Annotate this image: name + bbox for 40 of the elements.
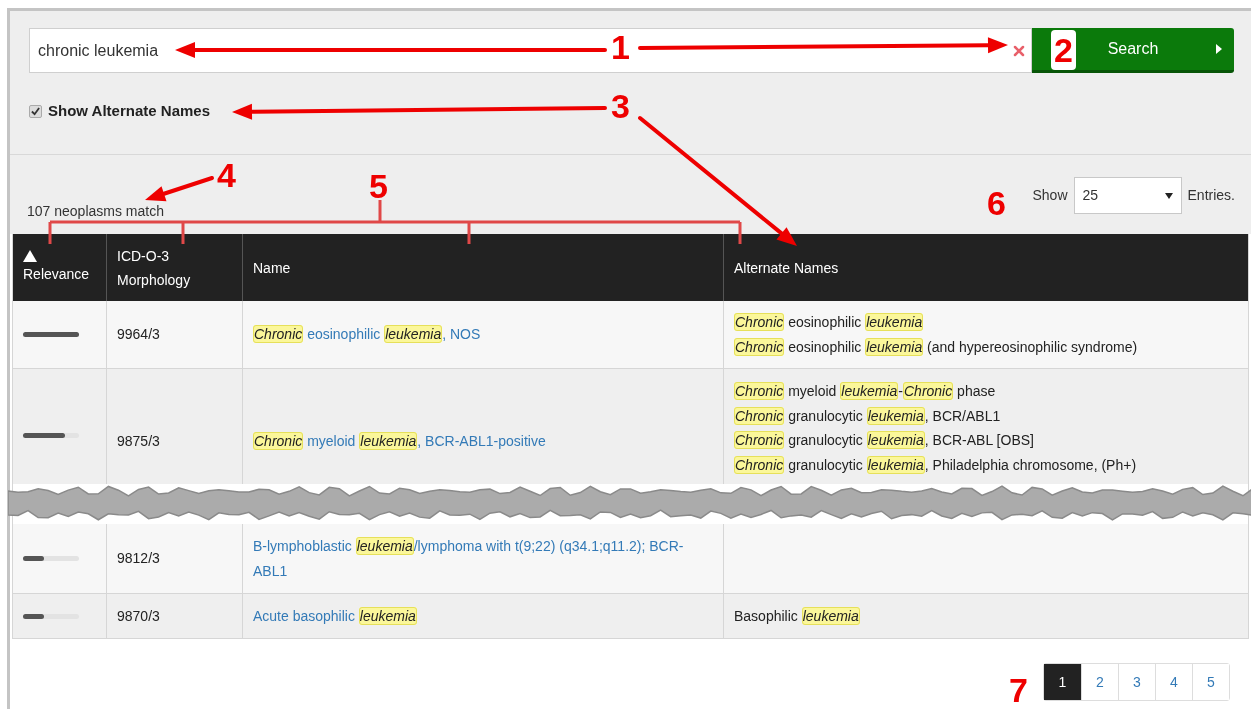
morphology-code: 9812/3 bbox=[117, 549, 161, 568]
entries-label: Entries. bbox=[1187, 186, 1235, 205]
neoplasm-name-link[interactable]: B-lymphoblastic leukemia/lymphoma with t(9;22) (q34.1;q11.2); BCR-ABL1 bbox=[253, 533, 713, 584]
entries-select[interactable]: 25 bbox=[1073, 177, 1182, 214]
dropdown-icon bbox=[1164, 192, 1173, 199]
annotation-number: 7 bbox=[1009, 670, 1028, 709]
column-header[interactable]: ICD-O-3 Morphology bbox=[117, 243, 217, 292]
page-button[interactable]: 1 bbox=[1044, 664, 1081, 700]
annotation-number: 3 bbox=[611, 86, 630, 126]
annotation-number: 6 bbox=[987, 183, 1006, 223]
caret-icon bbox=[1216, 44, 1222, 54]
page-button[interactable]: 5 bbox=[1192, 664, 1229, 700]
alternate-name: Chronic granulocytic leukemia, Philadelphia chromosome, (Ph+) bbox=[734, 454, 1138, 476]
alternate-name: Basophilic leukemia bbox=[734, 605, 861, 627]
clear-icon[interactable] bbox=[1013, 44, 1025, 57]
neoplasm-name-link[interactable]: Acute basophilic leukemia bbox=[253, 603, 713, 629]
morphology-code: 9964/3 bbox=[117, 325, 161, 344]
result-count: 107 neoplasms match bbox=[27, 202, 164, 221]
morphology-code: 9870/3 bbox=[117, 606, 161, 626]
alternate-name: Chronic granulocytic leukemia, BCR/ABL1 bbox=[734, 405, 1002, 427]
show-label: Show bbox=[1032, 186, 1068, 205]
annotation-number: 1 bbox=[611, 27, 630, 67]
annotation-number: 5 bbox=[369, 166, 388, 206]
alternate-name: Chronic eosinophilic leukemia (and hypereosinophilic syndrome) bbox=[734, 336, 1139, 358]
alternate-name: Chronic granulocytic leukemia, BCR-ABL [OBS] bbox=[734, 430, 1035, 451]
checkbox[interactable] bbox=[29, 104, 42, 118]
annotation-number: 2 bbox=[1051, 30, 1076, 70]
checkbox-label[interactable]: Show Alternate Names bbox=[48, 100, 210, 123]
neoplasm-name-link[interactable]: Chronic myeloid leukemia, BCR-ABL1-positive bbox=[253, 429, 713, 454]
alternate-name: Chronic eosinophilic leukemia bbox=[734, 312, 925, 333]
morphology-code: 9875/3 bbox=[117, 432, 161, 451]
annotation-number: 4 bbox=[217, 155, 236, 195]
column-header[interactable]: Name bbox=[253, 255, 713, 280]
check-icon bbox=[31, 106, 40, 116]
column-header[interactable]: Relevance bbox=[23, 261, 96, 286]
neoplasm-name-link[interactable]: Chronic eosinophilic leukemia, NOS bbox=[253, 322, 713, 347]
column-header[interactable]: Alternate Names bbox=[734, 255, 1238, 280]
sort-ascending-icon[interactable] bbox=[23, 249, 37, 262]
arrow bbox=[145, 176, 214, 202]
alternate-name: Chronic myeloid leukemia-Chronic phase bbox=[734, 381, 997, 402]
